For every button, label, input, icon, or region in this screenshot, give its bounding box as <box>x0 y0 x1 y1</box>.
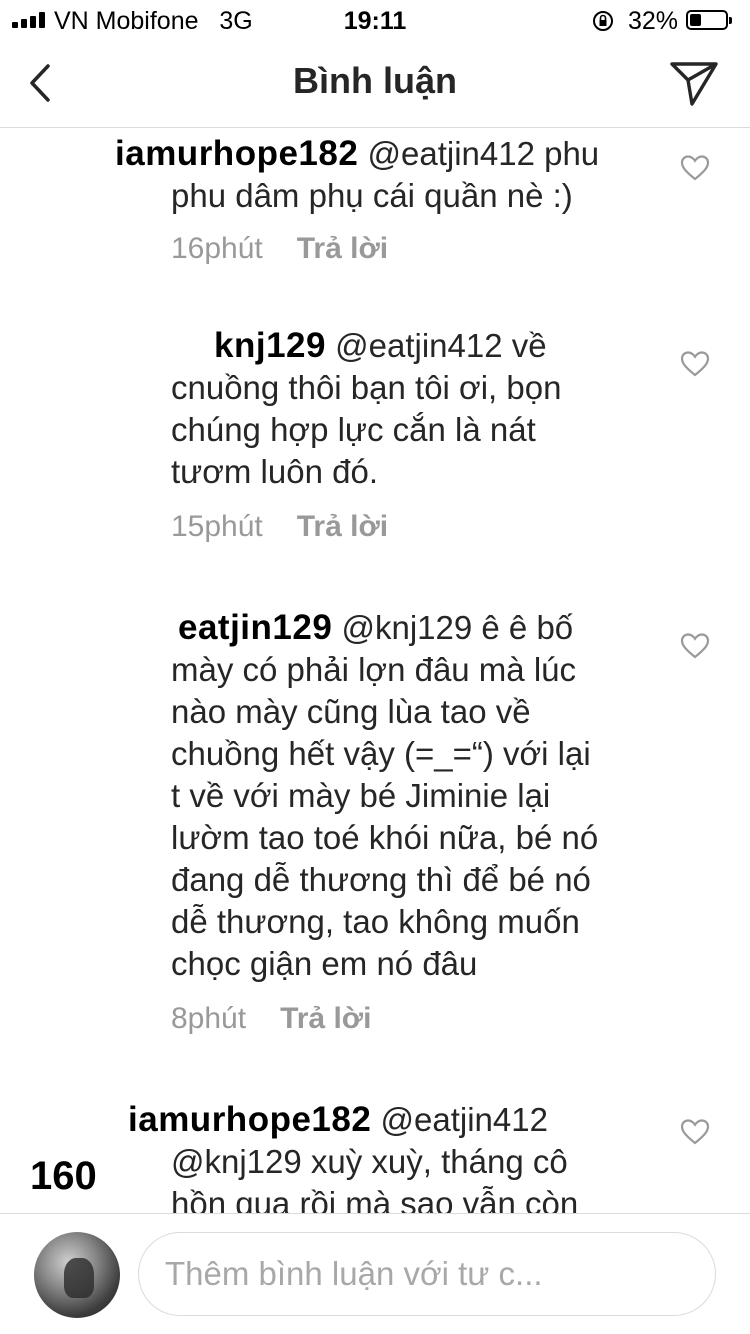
status-bar: VN Mobifone 3G 19:11 32% <box>0 0 750 40</box>
comment-text: iamurhope182 @eatjin412 <box>128 1099 648 1141</box>
comment-item: iamurhope182 @eatjin412 @knj129 xuỳ xuỳ,… <box>0 1094 750 1213</box>
reply-button[interactable]: Trả lời <box>280 1002 371 1035</box>
paper-plane-icon[interactable] <box>668 58 720 108</box>
heart-icon[interactable] <box>680 350 710 378</box>
reply-button[interactable]: Trả lời <box>297 232 388 265</box>
comment-username[interactable]: knj129 <box>214 326 326 365</box>
comment-username[interactable]: iamurhope182 <box>115 134 358 173</box>
comment-meta: 16phút Trả lời <box>171 232 388 266</box>
comment-time: 16phút <box>171 232 263 265</box>
comment-text: iamurhope182 @eatjin412 phu <box>115 134 600 173</box>
comment-composer <box>0 1213 750 1334</box>
comment-meta: 8phút Trả lời <box>171 1002 371 1036</box>
comment-body: phu dâm phụ cái quần nè :) <box>171 177 573 214</box>
comment-input[interactable] <box>163 1233 687 1315</box>
comment-list: iamurhope182 @eatjin412 phu phu dâm phụ … <box>0 128 750 1213</box>
comment-meta: 15phút Trả lời <box>171 510 388 544</box>
comment-mention[interactable]: @eatjin412 <box>367 135 534 172</box>
heart-icon[interactable] <box>680 632 710 660</box>
reply-button[interactable]: Trả lời <box>297 510 388 543</box>
comment-body: cnuồng thôi bạn tôi ơi, bọn chúng hợp lự… <box>171 369 562 490</box>
heart-icon[interactable] <box>680 154 710 182</box>
comment-mention[interactable]: @eatjin412 <box>335 327 502 364</box>
comment-text: eatjin129 @knj129 ê ê bố <box>178 608 574 647</box>
comment-text: knj129 @eatjin412 về <box>214 326 547 365</box>
page-title: Bình luận <box>293 60 457 101</box>
comment-item: iamurhope182 @eatjin412 phu phu dâm phụ … <box>0 128 750 298</box>
heart-icon[interactable] <box>680 1118 710 1146</box>
battery-percent: 32% <box>628 7 679 35</box>
comment-mention[interactable]: @knj129 <box>341 609 472 646</box>
battery-icon <box>686 10 732 30</box>
comment-time: 15phút <box>171 510 263 543</box>
rotation-lock-icon <box>593 11 613 31</box>
comment-mention[interactable]: @eatjin412 <box>380 1101 547 1138</box>
comment-body: @knj129 xuỳ xuỳ, tháng cô hồn qua rồi mà… <box>171 1143 579 1213</box>
comment-username[interactable]: iamurhope182 <box>128 1100 371 1139</box>
comment-time: 8phút <box>171 1002 247 1035</box>
avatar <box>34 1232 120 1318</box>
side-number: 160 <box>30 1154 97 1198</box>
comment-input-wrapper[interactable] <box>138 1232 716 1316</box>
comment-item: eatjin129 @knj129 ê ê bố mày có phải lợn… <box>0 602 750 1042</box>
comment-body: mày có phải lợn đâu mà lúc nào mày cũng … <box>171 651 599 982</box>
comment-item: knj129 @eatjin412 về cnuồng thôi bạn tôi… <box>0 320 750 570</box>
nav-bar: Bình luận <box>0 40 750 128</box>
comment-username[interactable]: eatjin129 <box>178 608 332 647</box>
